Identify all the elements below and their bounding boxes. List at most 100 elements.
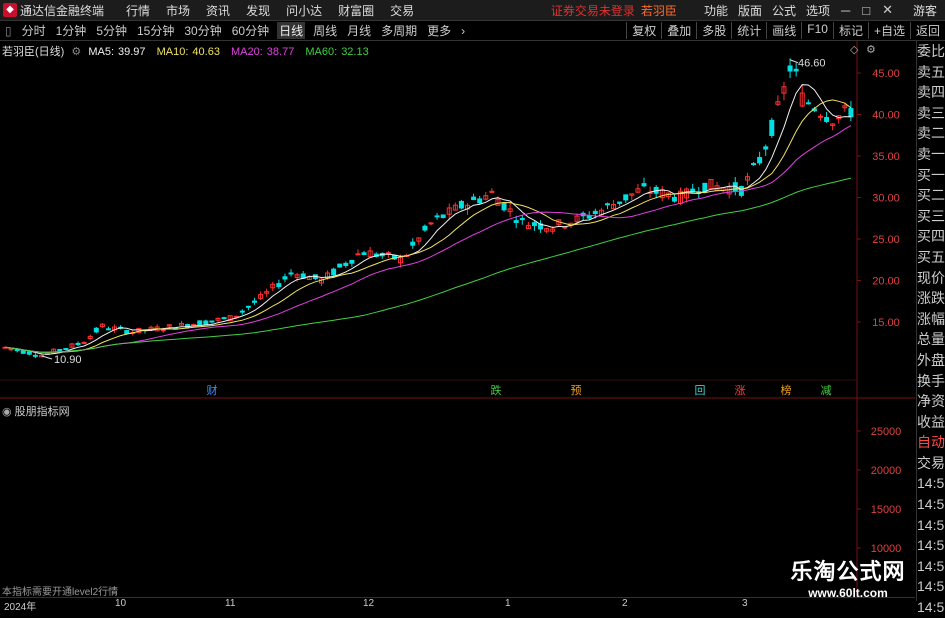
ma20-value: 38.77 <box>266 46 295 58</box>
event-marker: 跌 <box>491 383 502 397</box>
quote-field-label: 买四 <box>917 228 945 245</box>
time-label: 11 <box>225 598 236 609</box>
tool-button[interactable]: F10 <box>801 22 833 39</box>
candle-body <box>757 156 763 164</box>
menu-item-market[interactable]: 行情 <box>126 2 150 19</box>
tool-button[interactable]: 复权 <box>626 22 661 39</box>
period-tab-active[interactable]: 日线 <box>277 22 306 39</box>
candle-body <box>203 320 209 325</box>
candle-body <box>75 342 81 345</box>
period-tab[interactable]: 月线 <box>345 22 373 39</box>
trade-time-item: 14:56 <box>917 496 945 513</box>
candle-body <box>586 215 592 219</box>
volume-tick-label: 20000 <box>871 465 902 477</box>
candle-body <box>160 329 166 332</box>
candle-body <box>440 214 446 219</box>
price-tick-label: 25.00 <box>872 234 900 246</box>
ma60-value: 32.13 <box>341 46 369 58</box>
candle-body <box>817 115 823 118</box>
candle-body <box>824 117 830 122</box>
trade-time-item: 14:56 <box>917 537 945 554</box>
tool-button[interactable]: 叠加 <box>661 22 696 39</box>
chevron-right-icon[interactable]: › <box>459 24 467 38</box>
quote-field-label: 买一 <box>917 166 945 183</box>
menu-item-function[interactable]: 功能 <box>704 2 728 19</box>
quote-field-label: 总量 <box>917 331 945 348</box>
candle-body <box>471 196 477 201</box>
quote-field-label: 卖五 <box>917 63 945 80</box>
guest-label[interactable]: 游客 <box>913 2 937 19</box>
candle-body <box>410 241 416 246</box>
menu-item-layout[interactable]: 版面 <box>738 2 762 19</box>
high-price-label: 46.60 <box>798 58 826 70</box>
collapse-icon[interactable]: ◉ <box>2 406 12 418</box>
menu-item-discover[interactable]: 发现 <box>246 2 270 19</box>
menu-item-options[interactable]: 选项 <box>806 2 830 19</box>
quote-field-label: 净资 <box>917 393 945 410</box>
menu-item-markets[interactable]: 市场 <box>166 2 190 19</box>
tool-button[interactable]: +自选 <box>867 22 910 39</box>
tool-button[interactable]: 画线 <box>766 22 801 39</box>
indicator-title[interactable]: ◉ 股朋指标网 <box>2 403 70 419</box>
period-tab[interactable]: 5分钟 <box>94 22 129 39</box>
candle-body <box>501 203 507 211</box>
time-label: 2 <box>622 598 628 609</box>
quote-field-label: 卖四 <box>917 84 945 101</box>
kline-chart[interactable]: 45.00 40.00 35.00 30.00 25.00 20.00 15.00 25000… <box>0 41 915 600</box>
menu-item-formula[interactable]: 公式 <box>772 2 796 19</box>
period-tab[interactable]: 分时 <box>20 22 48 39</box>
menu-item-news[interactable]: 资讯 <box>206 2 230 19</box>
close-icon[interactable]: ✕ <box>882 2 893 18</box>
period-tab[interactable]: 多周期 <box>379 22 419 39</box>
volume-tick-label: 25000 <box>871 426 902 438</box>
minimize-icon[interactable]: ─ <box>841 3 850 18</box>
menu-item-ask[interactable]: 问小达 <box>286 2 322 19</box>
quote-field-label[interactable]: 自动 <box>917 432 945 453</box>
candle-body <box>331 268 337 276</box>
chart-tools: 复权 叠加 多股 统计 画线 F10 标记 +自选 返回 <box>626 22 945 39</box>
candle-body <box>63 348 69 351</box>
candle-body <box>81 341 87 344</box>
period-tab[interactable]: 60分钟 <box>230 22 271 39</box>
quote-field-label: 卖三 <box>917 104 945 121</box>
candle-body <box>422 225 428 231</box>
panel-toggle-icon[interactable]: ▯ <box>3 24 14 38</box>
ma20-label: MA20: <box>231 46 263 58</box>
ma5-value: 39.97 <box>118 46 146 58</box>
ma20-line <box>4 125 852 353</box>
menu-item-trade[interactable]: 交易 <box>390 2 414 19</box>
quote-field-label: 收益 <box>917 413 945 430</box>
candle-body <box>592 210 598 215</box>
candle-body <box>93 327 99 333</box>
tool-button[interactable]: 返回 <box>909 22 945 39</box>
ma5-label: MA5: <box>88 46 115 58</box>
candle-body <box>221 317 227 320</box>
period-tab[interactable]: 30分钟 <box>182 22 223 39</box>
tool-button[interactable]: 多股 <box>696 22 731 39</box>
app-title: 通达信金融终端 <box>20 3 105 18</box>
time-label: 1 <box>505 598 511 609</box>
tool-button[interactable]: 统计 <box>731 22 766 39</box>
maximize-icon[interactable]: □ <box>862 3 870 18</box>
candle-body <box>751 163 757 166</box>
period-tab-more[interactable]: 更多 <box>425 22 453 39</box>
period-tab[interactable]: 15分钟 <box>135 22 176 39</box>
settings-icon[interactable]: ⚙ <box>71 46 81 58</box>
candle-body <box>428 222 434 225</box>
low-pointer <box>41 355 53 360</box>
time-label: 3 <box>742 598 748 609</box>
app-logo-icon: ◆ <box>3 3 17 17</box>
menu-item-wealth[interactable]: 财富圈 <box>338 2 374 19</box>
trade-time-item: 14:56 <box>917 516 945 533</box>
candle-body <box>805 102 811 105</box>
period-tab[interactable]: 1分钟 <box>54 22 89 39</box>
tool-button[interactable]: 标记 <box>832 22 868 39</box>
login-status[interactable]: 证券交易未登录 <box>551 2 635 19</box>
watermark-url: www.60lt.com <box>808 586 888 600</box>
candle-body <box>519 218 525 221</box>
period-tab[interactable]: 周线 <box>311 22 339 39</box>
candle-body <box>8 348 14 351</box>
quote-field-label: 买二 <box>917 187 945 204</box>
period-toolbar: ▯ 分时 1分钟 5分钟 15分钟 30分钟 60分钟 日线 周线 月线 多周期… <box>0 21 945 41</box>
quote-field-label: 涨幅 <box>917 310 945 327</box>
